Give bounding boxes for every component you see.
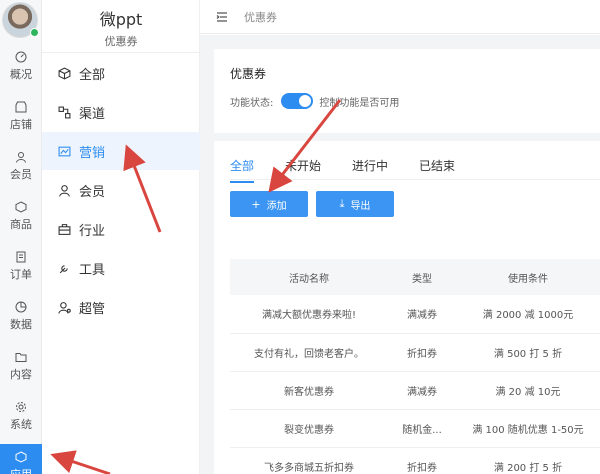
submenu-item-tools[interactable]: 工具 xyxy=(42,249,200,287)
gear-icon xyxy=(16,401,26,412)
cell-name: 新客优惠券 xyxy=(230,371,388,410)
app-icon xyxy=(15,450,27,463)
cell-name: 支付有礼，回馈老客户。 xyxy=(230,333,388,372)
submenu-label: 超管 xyxy=(79,301,106,317)
table-row[interactable]: 支付有礼，回馈老客户。 折扣券 满 500 打 5 折 xyxy=(230,333,600,372)
divider xyxy=(42,52,200,53)
table-row[interactable]: 裂变优惠券 随机金... 满 100 随机优惠 1-50元 xyxy=(230,409,600,448)
briefcase-icon xyxy=(58,223,71,235)
rail-label: 系统 xyxy=(10,417,32,431)
cell-condition: 满 20 减 10元 xyxy=(456,371,600,410)
rail-label: 商品 xyxy=(10,217,32,231)
column-header-type: 类型 xyxy=(388,259,456,295)
table-row[interactable]: 飞多多商城五折扣券 折扣券 满 200 打 5 折 xyxy=(230,447,600,474)
table-header-row: 活动名称 类型 使用条件 xyxy=(230,259,600,295)
submenu-label: 工具 xyxy=(79,262,106,278)
table-row[interactable]: 满减大额优惠券来啦! 满减券 满 2000 减 1000元 xyxy=(230,295,600,334)
submenu-label: 营销 xyxy=(79,145,106,161)
rail-item-content[interactable]: 内容 xyxy=(0,344,42,388)
cell-name: 裂变优惠券 xyxy=(230,409,388,448)
main-content: 优惠券 功能状态: 控制功能是否可用 全部 未开始 进行中 已结束 + 添加 ⤓… xyxy=(200,35,600,474)
submenu-item-industry[interactable]: 行业 xyxy=(42,210,200,248)
submenu-item-all[interactable]: 全部 xyxy=(42,54,200,92)
rail-item-store[interactable]: 店铺 xyxy=(0,94,42,138)
rail-label: 店铺 xyxy=(10,117,32,131)
column-header-condition: 使用条件 xyxy=(456,259,600,295)
order-icon xyxy=(16,251,26,262)
tabs-divider xyxy=(230,179,600,180)
page: 概况 店铺 会员 商品 订单 数据 内容 系统 应用 微ppt 优惠券 全部 渠… xyxy=(0,0,600,474)
avatar[interactable] xyxy=(2,2,39,38)
rail-item-data[interactable]: 数据 xyxy=(0,294,42,338)
rail-label: 概况 xyxy=(10,67,32,81)
status-hint: 控制功能是否可用 xyxy=(319,97,400,109)
folder-icon xyxy=(15,352,27,362)
submenu-item-channel[interactable]: 渠道 xyxy=(42,93,200,131)
submenu-label: 全部 xyxy=(79,67,106,83)
submenu-item-marketing[interactable]: 营销 xyxy=(42,132,200,170)
coupon-list-card: 全部 未开始 进行中 已结束 + 添加 ⤓ 导出 活动名称 类型 使用条件 满减… xyxy=(214,141,600,474)
submenu-item-member[interactable]: 会员 xyxy=(42,171,200,209)
cell-condition: 满 500 打 5 折 xyxy=(456,333,600,372)
rail-item-overview[interactable]: 概况 xyxy=(0,44,42,88)
coupon-title: 优惠券 xyxy=(230,67,267,81)
submenu-item-admin[interactable]: 超管 xyxy=(42,288,200,326)
breadcrumb: 优惠券 xyxy=(244,10,277,24)
rail-label: 内容 xyxy=(10,367,32,381)
online-status-dot xyxy=(30,28,39,37)
submenu-label: 渠道 xyxy=(79,106,106,122)
store-icon xyxy=(15,101,27,112)
member-icon xyxy=(59,184,70,197)
topbar: 优惠券 xyxy=(200,0,600,34)
product-icon xyxy=(15,200,27,213)
cell-name: 飞多多商城五折扣券 xyxy=(230,447,388,474)
submenu-label: 会员 xyxy=(79,184,106,200)
rail-item-app[interactable]: 应用 xyxy=(0,444,42,474)
rail-label: 数据 xyxy=(10,317,32,331)
rail-label: 订单 xyxy=(10,267,32,281)
rail-label: 会员 xyxy=(10,167,32,181)
rail-item-system[interactable]: 系统 xyxy=(0,394,42,438)
rail-item-order[interactable]: 订单 xyxy=(0,244,42,288)
secondary-nav: 微ppt 优惠券 全部 渠道 营销 会员 行业 工具 超管 xyxy=(42,0,200,474)
download-icon: ⤓ xyxy=(339,197,345,210)
feature-toggle[interactable] xyxy=(281,93,314,109)
admin-icon xyxy=(58,301,71,314)
cell-condition: 满 100 随机优惠 1-50元 xyxy=(456,409,600,448)
cell-type: 满减券 xyxy=(388,371,456,410)
cube-icon xyxy=(58,66,71,80)
coupon-settings-card: 优惠券 功能状态: 控制功能是否可用 xyxy=(214,49,600,133)
user-icon xyxy=(16,151,26,163)
plus-icon: + xyxy=(251,197,261,211)
coupon-table: 活动名称 类型 使用条件 满减大额优惠券来啦! 满减券 满 2000 减 100… xyxy=(230,259,600,474)
status-row: 功能状态: 控制功能是否可用 xyxy=(230,93,399,109)
chart-icon xyxy=(15,301,27,312)
marketing-icon xyxy=(58,146,71,156)
menu-collapse-icon[interactable] xyxy=(216,11,228,23)
cell-condition: 满 2000 减 1000元 xyxy=(456,295,600,334)
primary-nav: 概况 店铺 会员 商品 订单 数据 内容 系统 应用 xyxy=(0,0,42,474)
rail-item-member[interactable]: 会员 xyxy=(0,144,42,188)
table-row[interactable]: 新客优惠券 满减券 满 20 减 10元 xyxy=(230,371,600,410)
export-button[interactable]: ⤓ 导出 xyxy=(316,191,394,217)
channel-icon xyxy=(58,106,71,118)
cell-name: 满减大额优惠券来啦! xyxy=(230,295,388,334)
cell-type: 随机金... xyxy=(388,409,456,448)
column-header-name: 活动名称 xyxy=(230,259,388,295)
cell-condition: 满 200 打 5 折 xyxy=(456,447,600,474)
app-subtitle: 优惠券 xyxy=(104,35,138,48)
app-title: 微ppt xyxy=(99,10,143,29)
wrench-icon xyxy=(59,264,68,273)
add-button-label: 添加 xyxy=(266,200,287,212)
cell-type: 满减券 xyxy=(388,295,456,334)
cell-type: 折扣券 xyxy=(388,447,456,474)
submenu-label: 行业 xyxy=(79,223,106,239)
dashboard-icon xyxy=(15,51,27,62)
rail-label: 应用 xyxy=(10,467,32,474)
rail-item-product[interactable]: 商品 xyxy=(0,194,42,238)
status-label: 功能状态: xyxy=(230,97,274,109)
export-button-label: 导出 xyxy=(350,200,371,212)
add-button[interactable]: + 添加 xyxy=(230,191,308,217)
cell-type: 折扣券 xyxy=(388,333,456,372)
